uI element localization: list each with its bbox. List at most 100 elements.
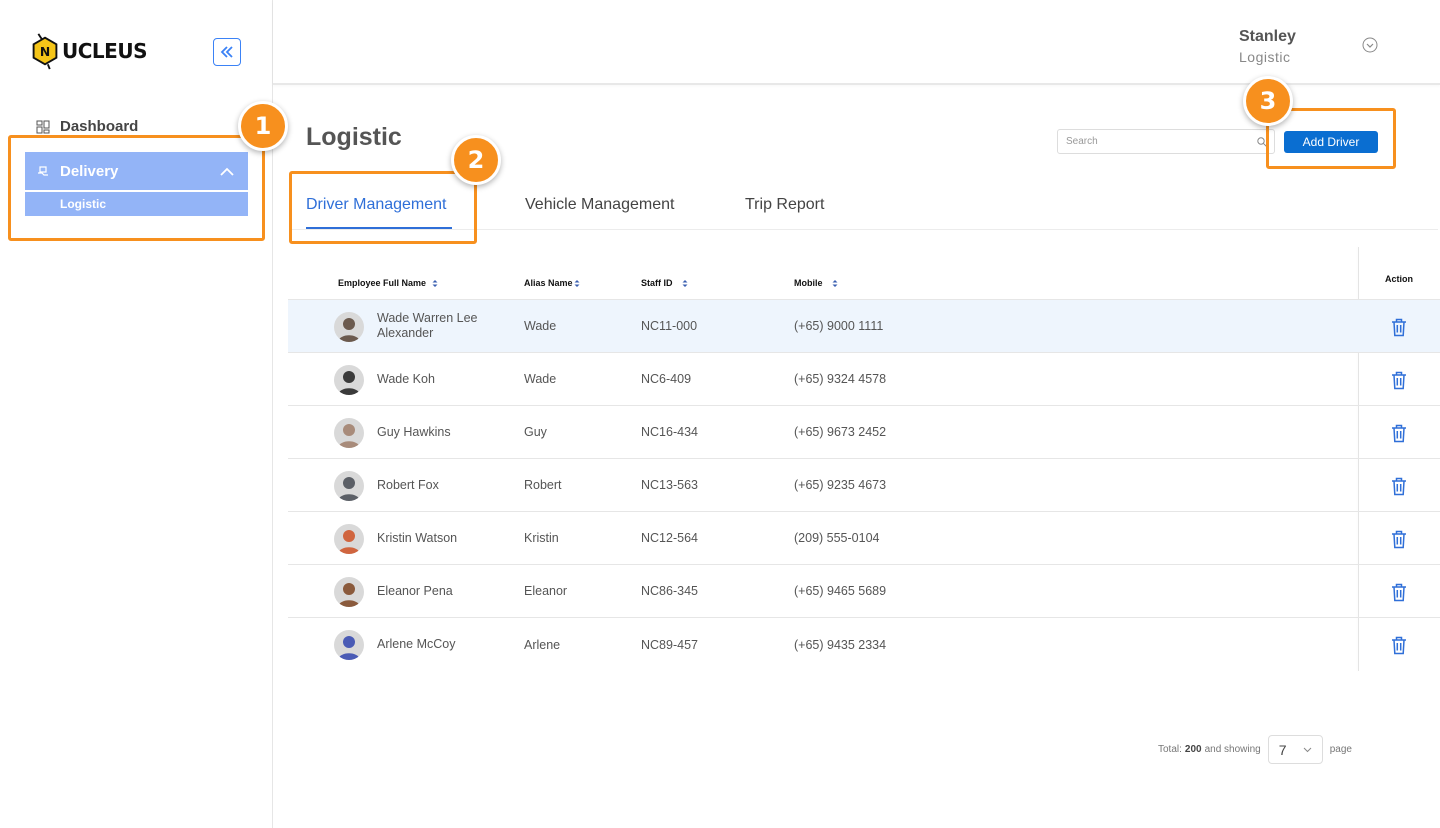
- sidebar-item-dashboard[interactable]: Dashboard: [36, 118, 138, 135]
- cell-mobile: (+65) 9435 2334: [794, 637, 887, 652]
- cell-mobile: (+65) 9324 4578: [794, 372, 887, 386]
- sort-icon[interactable]: [574, 279, 580, 288]
- cell-alias: Wade: [524, 319, 557, 333]
- logo-text: UCLEUS: [62, 39, 147, 63]
- cell-mobile: (+65) 9465 5689: [794, 584, 887, 598]
- table-row[interactable]: Eleanor Pena Eleanor NC86-345 (+65) 9465…: [288, 565, 1440, 618]
- delete-button[interactable]: [1389, 475, 1409, 497]
- top-bar: Stanley Logistic: [273, 0, 1440, 85]
- annotation-badge-2: 2: [451, 135, 501, 185]
- cell-staff-id: NC16-434: [641, 425, 698, 439]
- cell-mobile: (+65) 9235 4673: [794, 478, 887, 492]
- annotation-box-2: [289, 171, 477, 244]
- logo: N UCLEUS: [30, 32, 147, 70]
- column-header-label: Alias Name: [524, 278, 573, 288]
- cell-staff-id: NC86-345: [641, 584, 698, 598]
- sort-icon[interactable]: [832, 279, 838, 288]
- table-row[interactable]: Wade Warren Lee Alexander Wade NC11-000 …: [288, 300, 1440, 353]
- delete-button[interactable]: [1389, 528, 1409, 550]
- table-row[interactable]: Kristin Watson Kristin NC12-564 (209) 55…: [288, 512, 1440, 565]
- column-header-label: Employee Full Name: [338, 278, 427, 288]
- avatar-image: [334, 312, 364, 342]
- page-size-select[interactable]: 7: [1267, 735, 1323, 764]
- tab-vehicle-management[interactable]: Vehicle Management: [525, 196, 674, 214]
- logo-hex-icon: N: [32, 33, 58, 70]
- cell-mobile: (209) 555-0104: [794, 531, 880, 545]
- user-role: Logistic: [1239, 49, 1291, 65]
- collapse-sidebar-button[interactable]: [213, 38, 241, 66]
- drivers-table: Employee Full Name Alias Name Staff ID M…: [288, 247, 1440, 671]
- page-title: Logistic: [306, 123, 402, 151]
- cell-alias: Arlene: [524, 637, 561, 652]
- search-box: [1057, 129, 1275, 154]
- table-row[interactable]: Robert Fox Robert NC13-563 (+65) 9235 46…: [288, 459, 1440, 512]
- table-row[interactable]: Wade Koh Wade NC6-409 (+65) 9324 4578: [288, 353, 1440, 406]
- cell-name: Guy Hawkins: [377, 424, 451, 439]
- cell-alias: Wade: [524, 372, 557, 386]
- cell-name: Wade Warren Lee Alexander: [377, 311, 478, 340]
- pagination-showing-text: and showing: [1204, 744, 1261, 755]
- double-chevron-left-icon: [220, 46, 233, 58]
- tab-trip-report[interactable]: Trip Report: [745, 196, 824, 214]
- sidebar-item-label: Dashboard: [60, 118, 139, 135]
- trash-icon: [1392, 530, 1406, 548]
- table-row[interactable]: Guy Hawkins Guy NC16-434 (+65) 9673 2452: [288, 406, 1440, 459]
- cell-alias: Guy: [524, 425, 547, 439]
- avatar-image: [334, 524, 364, 554]
- cell-staff-id: NC13-563: [641, 478, 698, 492]
- column-header-action: Action: [1385, 274, 1413, 284]
- trash-icon: [1392, 371, 1406, 389]
- avatar-image: [334, 630, 364, 660]
- avatar: [334, 418, 364, 448]
- trash-icon: [1392, 636, 1406, 654]
- avatar: [334, 524, 364, 554]
- cell-alias: Eleanor: [524, 584, 568, 598]
- trash-icon: [1392, 583, 1406, 601]
- trash-icon: [1392, 477, 1406, 495]
- cell-staff-id: NC89-457: [641, 637, 698, 652]
- column-header-alias[interactable]: Alias Name: [524, 278, 580, 288]
- trash-icon: [1392, 424, 1406, 442]
- pagination: Total: 200 and showing 7 page: [1158, 735, 1352, 764]
- user-name[interactable]: Stanley: [1239, 28, 1296, 46]
- logo-letter: N: [40, 45, 50, 59]
- user-menu-chevron-icon[interactable]: [1362, 37, 1378, 53]
- cell-staff-id: NC6-409: [641, 372, 692, 386]
- delete-button[interactable]: [1389, 634, 1409, 656]
- sidebar: N UCLEUS Dashboard Delivery Logistic: [0, 0, 273, 828]
- trash-icon: [1392, 318, 1406, 336]
- avatar: [334, 577, 364, 607]
- avatar: [334, 312, 364, 342]
- pagination-total-prefix: Total:: [1158, 744, 1182, 755]
- cell-staff-id: NC11-000: [641, 319, 698, 333]
- pagination-suffix: page: [1329, 744, 1352, 755]
- cell-name: Kristin Watson: [377, 530, 458, 545]
- dashboard-icon: [36, 120, 50, 133]
- table-body: Wade Warren Lee Alexander Wade NC11-000 …: [288, 300, 1440, 671]
- avatar: [334, 630, 364, 660]
- page-size-value: 7: [1278, 741, 1287, 758]
- cell-name: Eleanor Pena: [377, 583, 453, 598]
- delete-button[interactable]: [1389, 316, 1409, 338]
- table-row[interactable]: Arlene McCoy Arlene NC89-457 (+65) 9435 …: [288, 618, 1440, 671]
- delete-button[interactable]: [1389, 581, 1409, 603]
- annotation-badge-1: 1: [238, 101, 288, 151]
- avatar-image: [334, 577, 364, 607]
- avatar-image: [334, 471, 364, 501]
- column-header-name[interactable]: Employee Full Name: [338, 278, 438, 288]
- sort-icon[interactable]: [682, 279, 688, 288]
- app: N UCLEUS Dashboard Delivery Logistic Sta…: [0, 0, 1440, 828]
- column-header-mobile[interactable]: Mobile: [794, 278, 838, 288]
- avatar-image: [334, 418, 364, 448]
- table-header: Employee Full Name Alias Name Staff ID M…: [288, 247, 1440, 300]
- cell-name: Wade Koh: [377, 371, 435, 386]
- delete-button[interactable]: [1389, 422, 1409, 444]
- cell-alias: Kristin: [524, 531, 559, 545]
- delete-button[interactable]: [1389, 369, 1409, 391]
- search-input[interactable]: [1058, 130, 1257, 153]
- cell-mobile: (+65) 9000 1111: [794, 319, 884, 333]
- pagination-total: 200: [1184, 744, 1202, 755]
- sort-icon[interactable]: [432, 279, 438, 288]
- avatar: [334, 365, 364, 395]
- column-header-staff-id[interactable]: Staff ID: [641, 278, 688, 288]
